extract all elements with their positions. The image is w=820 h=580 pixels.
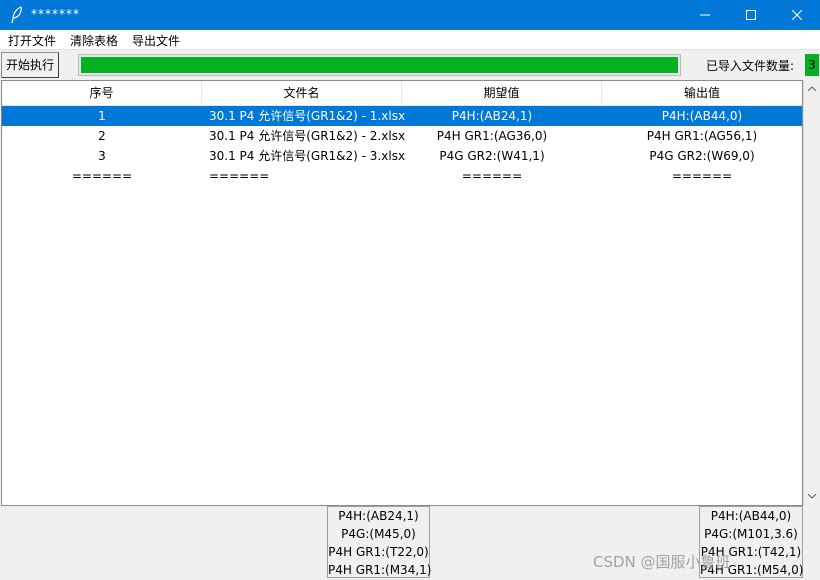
window-title: ******* bbox=[31, 7, 80, 21]
menu-bar: 打开文件 清除表格 导出文件 bbox=[0, 30, 820, 49]
imported-count-label: 已导入文件数量: bbox=[706, 59, 795, 73]
cell-filename: ====== bbox=[209, 169, 270, 183]
expected-detail-item[interactable]: P4G:(M45,0) bbox=[328, 525, 429, 543]
minimize-icon bbox=[700, 14, 710, 16]
close-icon bbox=[792, 10, 802, 20]
results-table[interactable]: 序号 文件名 期望值 输出值 1 30.1 P4 允许信号(GR1&2) - 1.… bbox=[1, 80, 803, 506]
expected-detail-item[interactable]: P4H GR1:(T22,0) bbox=[328, 543, 429, 561]
cell-expected: P4H GR1:(AG36,0) bbox=[436, 129, 548, 143]
cell-filename: 30.1 P4 允许信号(GR1&2) - 2.xlsx bbox=[209, 129, 406, 143]
menu-open-file[interactable]: 打开文件 bbox=[8, 32, 56, 49]
menu-clear-table[interactable]: 清除表格 bbox=[70, 32, 118, 49]
column-header-output[interactable]: 输出值 bbox=[602, 81, 802, 105]
start-button[interactable]: 开始执行 bbox=[1, 52, 59, 78]
toolbar-divider bbox=[0, 49, 820, 50]
table-header: 序号 文件名 期望值 输出值 bbox=[2, 81, 802, 106]
close-button[interactable] bbox=[774, 0, 820, 30]
cell-output: ====== bbox=[671, 169, 733, 183]
cell-expected: ====== bbox=[461, 169, 523, 183]
cell-index: 3 bbox=[98, 149, 106, 163]
minimize-button[interactable] bbox=[682, 0, 728, 30]
cell-filename: 30.1 P4 允许信号(GR1&2) - 3.xlsx bbox=[209, 149, 406, 163]
expected-detail-item[interactable]: P4H:(AB24,1) bbox=[328, 507, 429, 525]
feather-icon bbox=[11, 6, 22, 24]
expected-detail-item[interactable]: P4H GR1:(M34,1) bbox=[328, 561, 431, 579]
output-detail-item[interactable]: P4G:(M101,3.6) bbox=[700, 525, 802, 543]
scroll-up-icon[interactable] bbox=[808, 86, 816, 91]
expected-detail-list[interactable]: P4H:(AB24,1) P4G:(M45,0) P4H GR1:(T22,0) P4… bbox=[327, 506, 431, 579]
menu-export-file[interactable]: 导出文件 bbox=[132, 32, 180, 49]
column-header-index[interactable]: 序号 bbox=[2, 81, 202, 105]
output-detail-item[interactable]: P4H:(AB44,0) bbox=[700, 507, 802, 525]
title-bar[interactable]: ******* bbox=[0, 0, 820, 30]
cell-filename: 30.1 P4 允许信号(GR1&2) - 1.xlsx bbox=[209, 109, 406, 123]
progress-fill bbox=[81, 57, 678, 73]
maximize-icon bbox=[746, 10, 756, 20]
cell-index: 1 bbox=[98, 109, 106, 123]
table-row[interactable]: 2 30.1 P4 允许信号(GR1&2) - 2.xlsx P4H GR1:(AG… bbox=[2, 126, 802, 146]
maximize-button[interactable] bbox=[728, 0, 774, 30]
column-header-filename[interactable]: 文件名 bbox=[202, 81, 402, 105]
scroll-down-icon[interactable] bbox=[808, 494, 816, 499]
imported-count-value: 3 bbox=[805, 54, 819, 76]
cell-expected: P4H:(AB24,1) bbox=[451, 109, 533, 123]
cell-index: ====== bbox=[71, 169, 133, 183]
cell-output: P4G GR2:(W69,0) bbox=[649, 149, 755, 163]
cell-index: 2 bbox=[98, 129, 106, 143]
table-row[interactable]: ====== ====== ====== ====== bbox=[2, 166, 802, 186]
watermark: CSDN @国服小鲁班 bbox=[593, 553, 731, 571]
cell-expected: P4G GR2:(W41,1) bbox=[439, 149, 545, 163]
cell-output: P4H GR1:(AG56,1) bbox=[646, 129, 758, 143]
vertical-scrollbar[interactable] bbox=[803, 80, 820, 506]
table-row[interactable]: 1 30.1 P4 允许信号(GR1&2) - 1.xlsx P4H:(AB24,1… bbox=[2, 106, 802, 126]
table-row[interactable]: 3 30.1 P4 允许信号(GR1&2) - 3.xlsx P4G GR2:(W4… bbox=[2, 146, 802, 166]
progress-bar bbox=[78, 54, 681, 76]
column-header-expected[interactable]: 期望值 bbox=[402, 81, 602, 105]
cell-output: P4H:(AB44,0) bbox=[661, 109, 743, 123]
